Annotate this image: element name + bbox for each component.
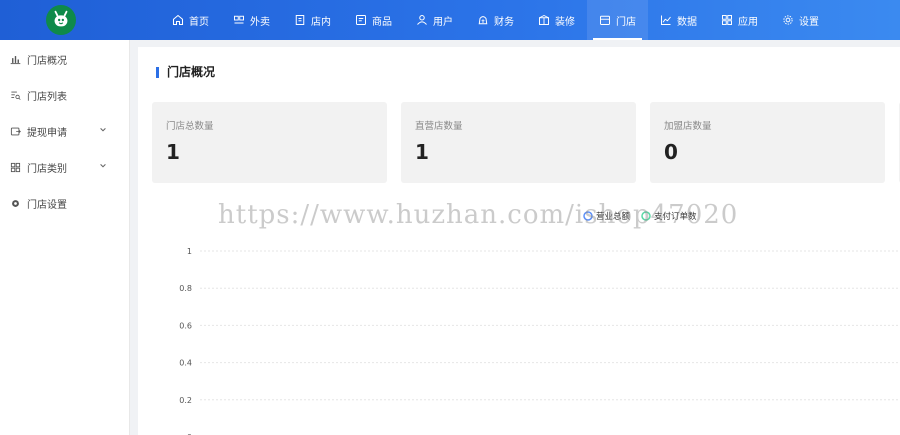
bar-chart-icon (10, 54, 21, 65)
nav-item-shop[interactable]: 门店 (587, 0, 648, 40)
nav-item-label: 店内 (311, 16, 331, 28)
sidebar-item-label: 门店类别 (27, 163, 67, 175)
finance-icon (477, 14, 489, 26)
nav-item-label: 外卖 (250, 16, 270, 28)
gear-icon (782, 14, 794, 26)
y-tick-label: 1 (187, 247, 192, 256)
logo-icon (54, 10, 68, 27)
nav-item-label: 财务 (494, 16, 514, 28)
nav-item-decor[interactable]: 装修 (526, 0, 587, 40)
nav-item-finance[interactable]: 财务 (465, 0, 526, 40)
nav-item-delivery[interactable]: 外卖 (221, 0, 282, 40)
nav-item-apps[interactable]: 应用 (709, 0, 770, 40)
main-content: 门店概况 门店总数量1直营店数量1加盟店数量0 10.80.60.40.20营业… (138, 47, 900, 435)
nav-item-gear[interactable]: 设置 (770, 0, 831, 40)
chevron-down-icon[interactable] (99, 126, 107, 134)
sidebar: 门店概况门店列表提现申请门店类别门店设置 (0, 40, 130, 435)
nav-item-label: 门店 (616, 16, 636, 28)
shop-icon (599, 14, 611, 26)
sidebar-item-label: 门店列表 (27, 91, 67, 103)
stat-card: 加盟店数量 0 (650, 102, 885, 183)
nav-item-product[interactable]: 商品 (343, 0, 404, 40)
sidebar-item-2[interactable]: 提现申请 (0, 113, 129, 149)
store-icon (294, 14, 306, 26)
nav-item-label: 用户 (433, 16, 453, 28)
grid-icon (10, 162, 21, 173)
nav-item-chart[interactable]: 数据 (648, 0, 709, 40)
apps-icon (721, 14, 733, 26)
y-tick-label: 0.8 (179, 284, 192, 293)
stat-cards: 门店总数量 1 直营店数量 1 加盟店数量 0 (152, 102, 900, 183)
nav-item-label: 设置 (799, 16, 819, 28)
chart-icon (660, 14, 672, 26)
nav-item-home[interactable]: 首页 (160, 0, 221, 40)
stat-card-label: 直营店数量 (415, 121, 463, 132)
nav-item-label: 应用 (738, 16, 758, 28)
withdraw-icon (10, 126, 21, 137)
sidebar-item-label: 门店设置 (27, 199, 67, 211)
sidebar-item-1[interactable]: 门店列表 (0, 77, 129, 113)
nav-item-store[interactable]: 店内 (282, 0, 343, 40)
y-tick-label: 0.6 (179, 321, 192, 330)
list-search-icon (10, 90, 21, 101)
delivery-icon (233, 14, 245, 26)
sidebar-item-3[interactable]: 门店类别 (0, 149, 129, 185)
product-icon (355, 14, 367, 26)
y-tick-label: 0.2 (179, 396, 192, 405)
sidebar-item-4[interactable]: 门店设置 (0, 185, 129, 221)
stat-card: 门店总数量 1 (152, 102, 387, 183)
y-tick-label: 0.4 (179, 359, 192, 368)
nav-item-label: 数据 (677, 16, 697, 28)
chevron-down-icon[interactable] (99, 162, 107, 170)
top-navbar: 首页 外卖 店内 商品 用户 财务 装修 门店 数据 应用 设置 (0, 0, 900, 40)
decor-icon (538, 14, 550, 26)
gear-icon (10, 198, 21, 209)
nav-item-label: 首页 (189, 16, 209, 28)
line-chart: 10.80.60.40.20营业总额支付订单数 (179, 211, 900, 435)
nav-item-label: 装修 (555, 16, 575, 28)
nav-item-label: 商品 (372, 16, 392, 28)
stat-card-value: 0 (664, 140, 678, 164)
sidebar-item-0[interactable]: 门店概况 (0, 41, 129, 77)
stat-card-value: 1 (415, 140, 429, 164)
user-icon (416, 14, 428, 26)
watermark: https://www.huzhan.com/ishop47020 (218, 200, 739, 230)
home-icon (172, 14, 184, 26)
main-nav: 首页 外卖 店内 商品 用户 财务 装修 门店 数据 应用 设置 (160, 0, 831, 40)
sidebar-item-label: 门店概况 (27, 55, 67, 67)
stat-card-value: 1 (166, 140, 180, 164)
page-title: 门店概况 (156, 66, 215, 78)
stat-card-label: 加盟店数量 (664, 121, 712, 132)
nav-item-user[interactable]: 用户 (404, 0, 465, 40)
sidebar-item-label: 提现申请 (27, 127, 67, 139)
logo[interactable] (46, 5, 76, 35)
stat-card: 直营店数量 1 (401, 102, 636, 183)
stat-card-label: 门店总数量 (166, 121, 214, 132)
